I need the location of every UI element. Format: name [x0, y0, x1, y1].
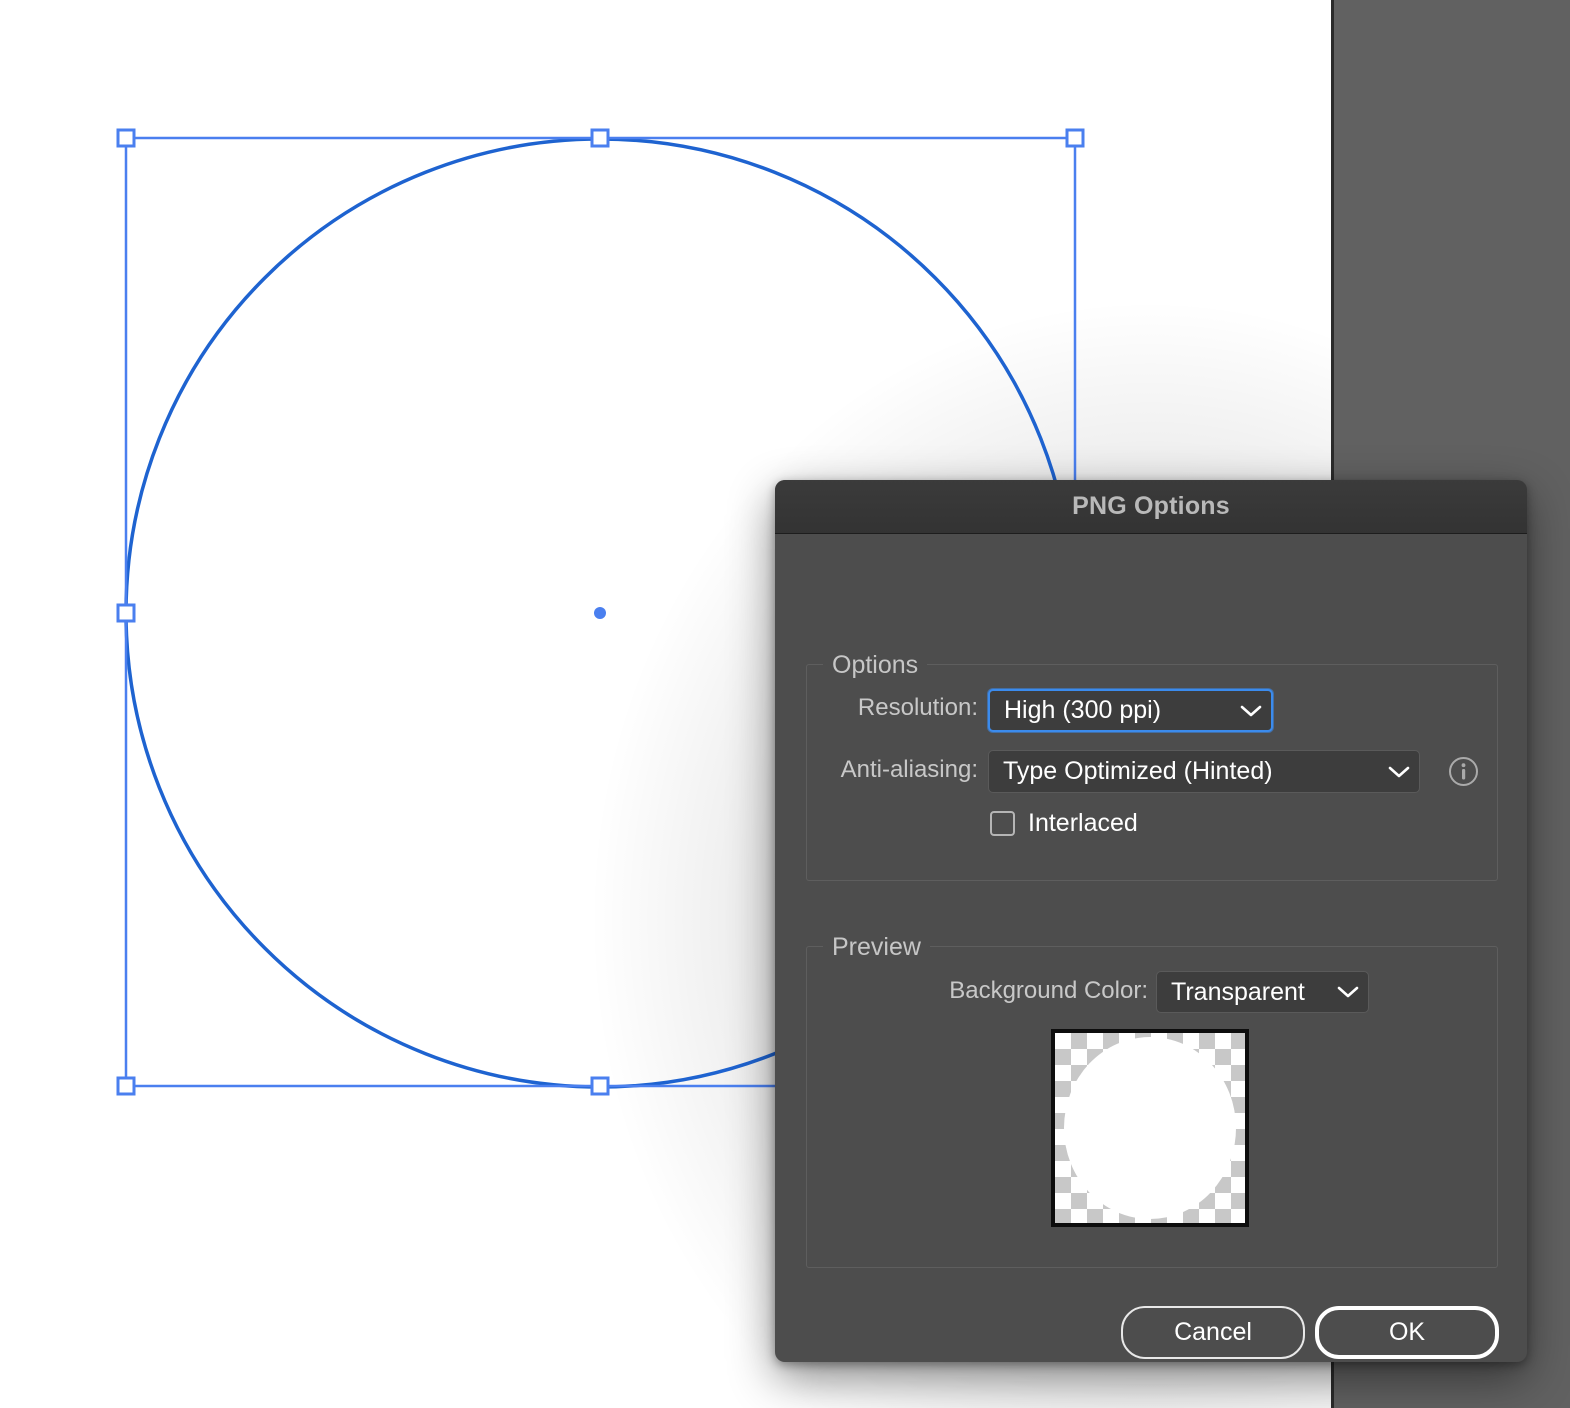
handle-top-right[interactable] [1065, 128, 1085, 148]
background-color-value: Transparent [1171, 977, 1305, 1006]
application-window: PNG Options Options Resolution: High (30… [0, 0, 1570, 1408]
handle-top-left[interactable] [116, 128, 136, 148]
preview-group-legend: Preview [823, 932, 930, 962]
ok-button[interactable]: OK [1315, 1306, 1499, 1359]
preview-circle-shape [1064, 1037, 1236, 1219]
chevron-down-icon [1379, 765, 1419, 779]
resolution-value: High (300 ppi) [1004, 696, 1162, 724]
ok-button-label: OK [1388, 1318, 1426, 1346]
chevron-down-icon [1328, 985, 1368, 999]
anti-aliasing-select[interactable]: Type Optimized (Hinted) [988, 750, 1420, 793]
resolution-label: Resolution: [857, 694, 978, 721]
background-color-select[interactable]: Transparent [1156, 971, 1369, 1013]
chevron-down-icon [1231, 704, 1271, 718]
dialog-body: Options Resolution: High (300 ppi) Anti-… [775, 534, 1527, 1361]
anti-aliasing-value: Type Optimized (Hinted) [1003, 757, 1273, 785]
center-point-marker [594, 607, 606, 619]
interlaced-label: Interlaced [1028, 809, 1138, 837]
handle-bottom-center[interactable] [590, 1076, 610, 1096]
resolution-select[interactable]: High (300 ppi) [988, 689, 1273, 732]
anti-aliasing-label: Anti-aliasing: [840, 756, 978, 783]
handle-bottom-left[interactable] [116, 1076, 136, 1096]
handle-middle-left[interactable] [116, 603, 136, 623]
preview-swatch [1051, 1029, 1249, 1227]
handle-top-center[interactable] [590, 128, 610, 148]
background-color-label: Background Color: [949, 977, 1148, 1004]
interlaced-checkbox-row[interactable]: Interlaced [990, 809, 1138, 838]
cancel-button-label: Cancel [1174, 1318, 1252, 1346]
cancel-button[interactable]: Cancel [1121, 1306, 1305, 1359]
png-options-dialog: PNG Options Options Resolution: High (30… [775, 480, 1527, 1362]
options-group-legend: Options [823, 650, 928, 680]
interlaced-checkbox[interactable] [990, 811, 1015, 836]
dialog-title: PNG Options [1072, 492, 1230, 520]
dialog-titlebar[interactable]: PNG Options [775, 480, 1527, 534]
info-circle-icon[interactable] [1448, 756, 1479, 787]
